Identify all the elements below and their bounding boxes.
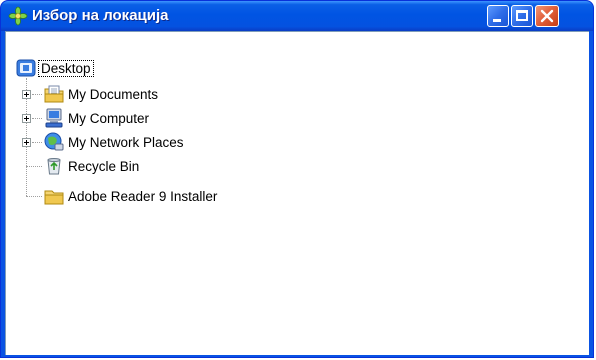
folder-tree-panel[interactable]: Desktop My Documents My Computer My Netw… — [5, 31, 589, 355]
tree-item-label: My Computer — [68, 110, 150, 126]
folder-icon — [44, 190, 64, 205]
tree-item-label: Adobe Reader 9 Installer — [68, 188, 218, 204]
location-picker-window: Избор на локација Desktop My Documents M… — [0, 0, 594, 358]
network-places-icon — [44, 132, 64, 151]
app-icon — [8, 6, 28, 26]
tree-item-adobe-reader-installer[interactable]: Adobe Reader 9 Installer — [6, 184, 306, 208]
desktop-icon — [16, 59, 36, 77]
tree-item-recycle-bin[interactable]: Recycle Bin — [6, 154, 246, 178]
tree-item-label: Desktop — [38, 59, 94, 77]
title-bar[interactable]: Избор на локација — [1, 1, 593, 31]
folder-tree: Desktop My Documents My Computer My Netw… — [6, 32, 589, 355]
my-documents-icon — [44, 85, 64, 103]
maximize-icon — [516, 10, 528, 21]
close-icon — [540, 9, 554, 23]
minimize-icon — [493, 19, 501, 22]
tree-item-label: My Network Places — [68, 134, 184, 150]
close-button[interactable] — [535, 5, 559, 27]
minimize-button[interactable] — [487, 5, 509, 27]
maximize-button[interactable] — [511, 5, 533, 27]
recycle-bin-icon — [47, 158, 61, 175]
window-title: Избор на локација — [32, 7, 169, 24]
tree-item-my-documents[interactable]: My Documents — [6, 82, 246, 106]
my-computer-icon — [45, 108, 63, 128]
tree-item-desktop[interactable]: Desktop — [6, 56, 206, 80]
tree-item-my-computer[interactable]: My Computer — [6, 106, 246, 130]
tree-item-label: My Documents — [68, 86, 159, 102]
tree-item-label: Recycle Bin — [68, 158, 140, 174]
tree-item-my-network-places[interactable]: My Network Places — [6, 130, 266, 154]
